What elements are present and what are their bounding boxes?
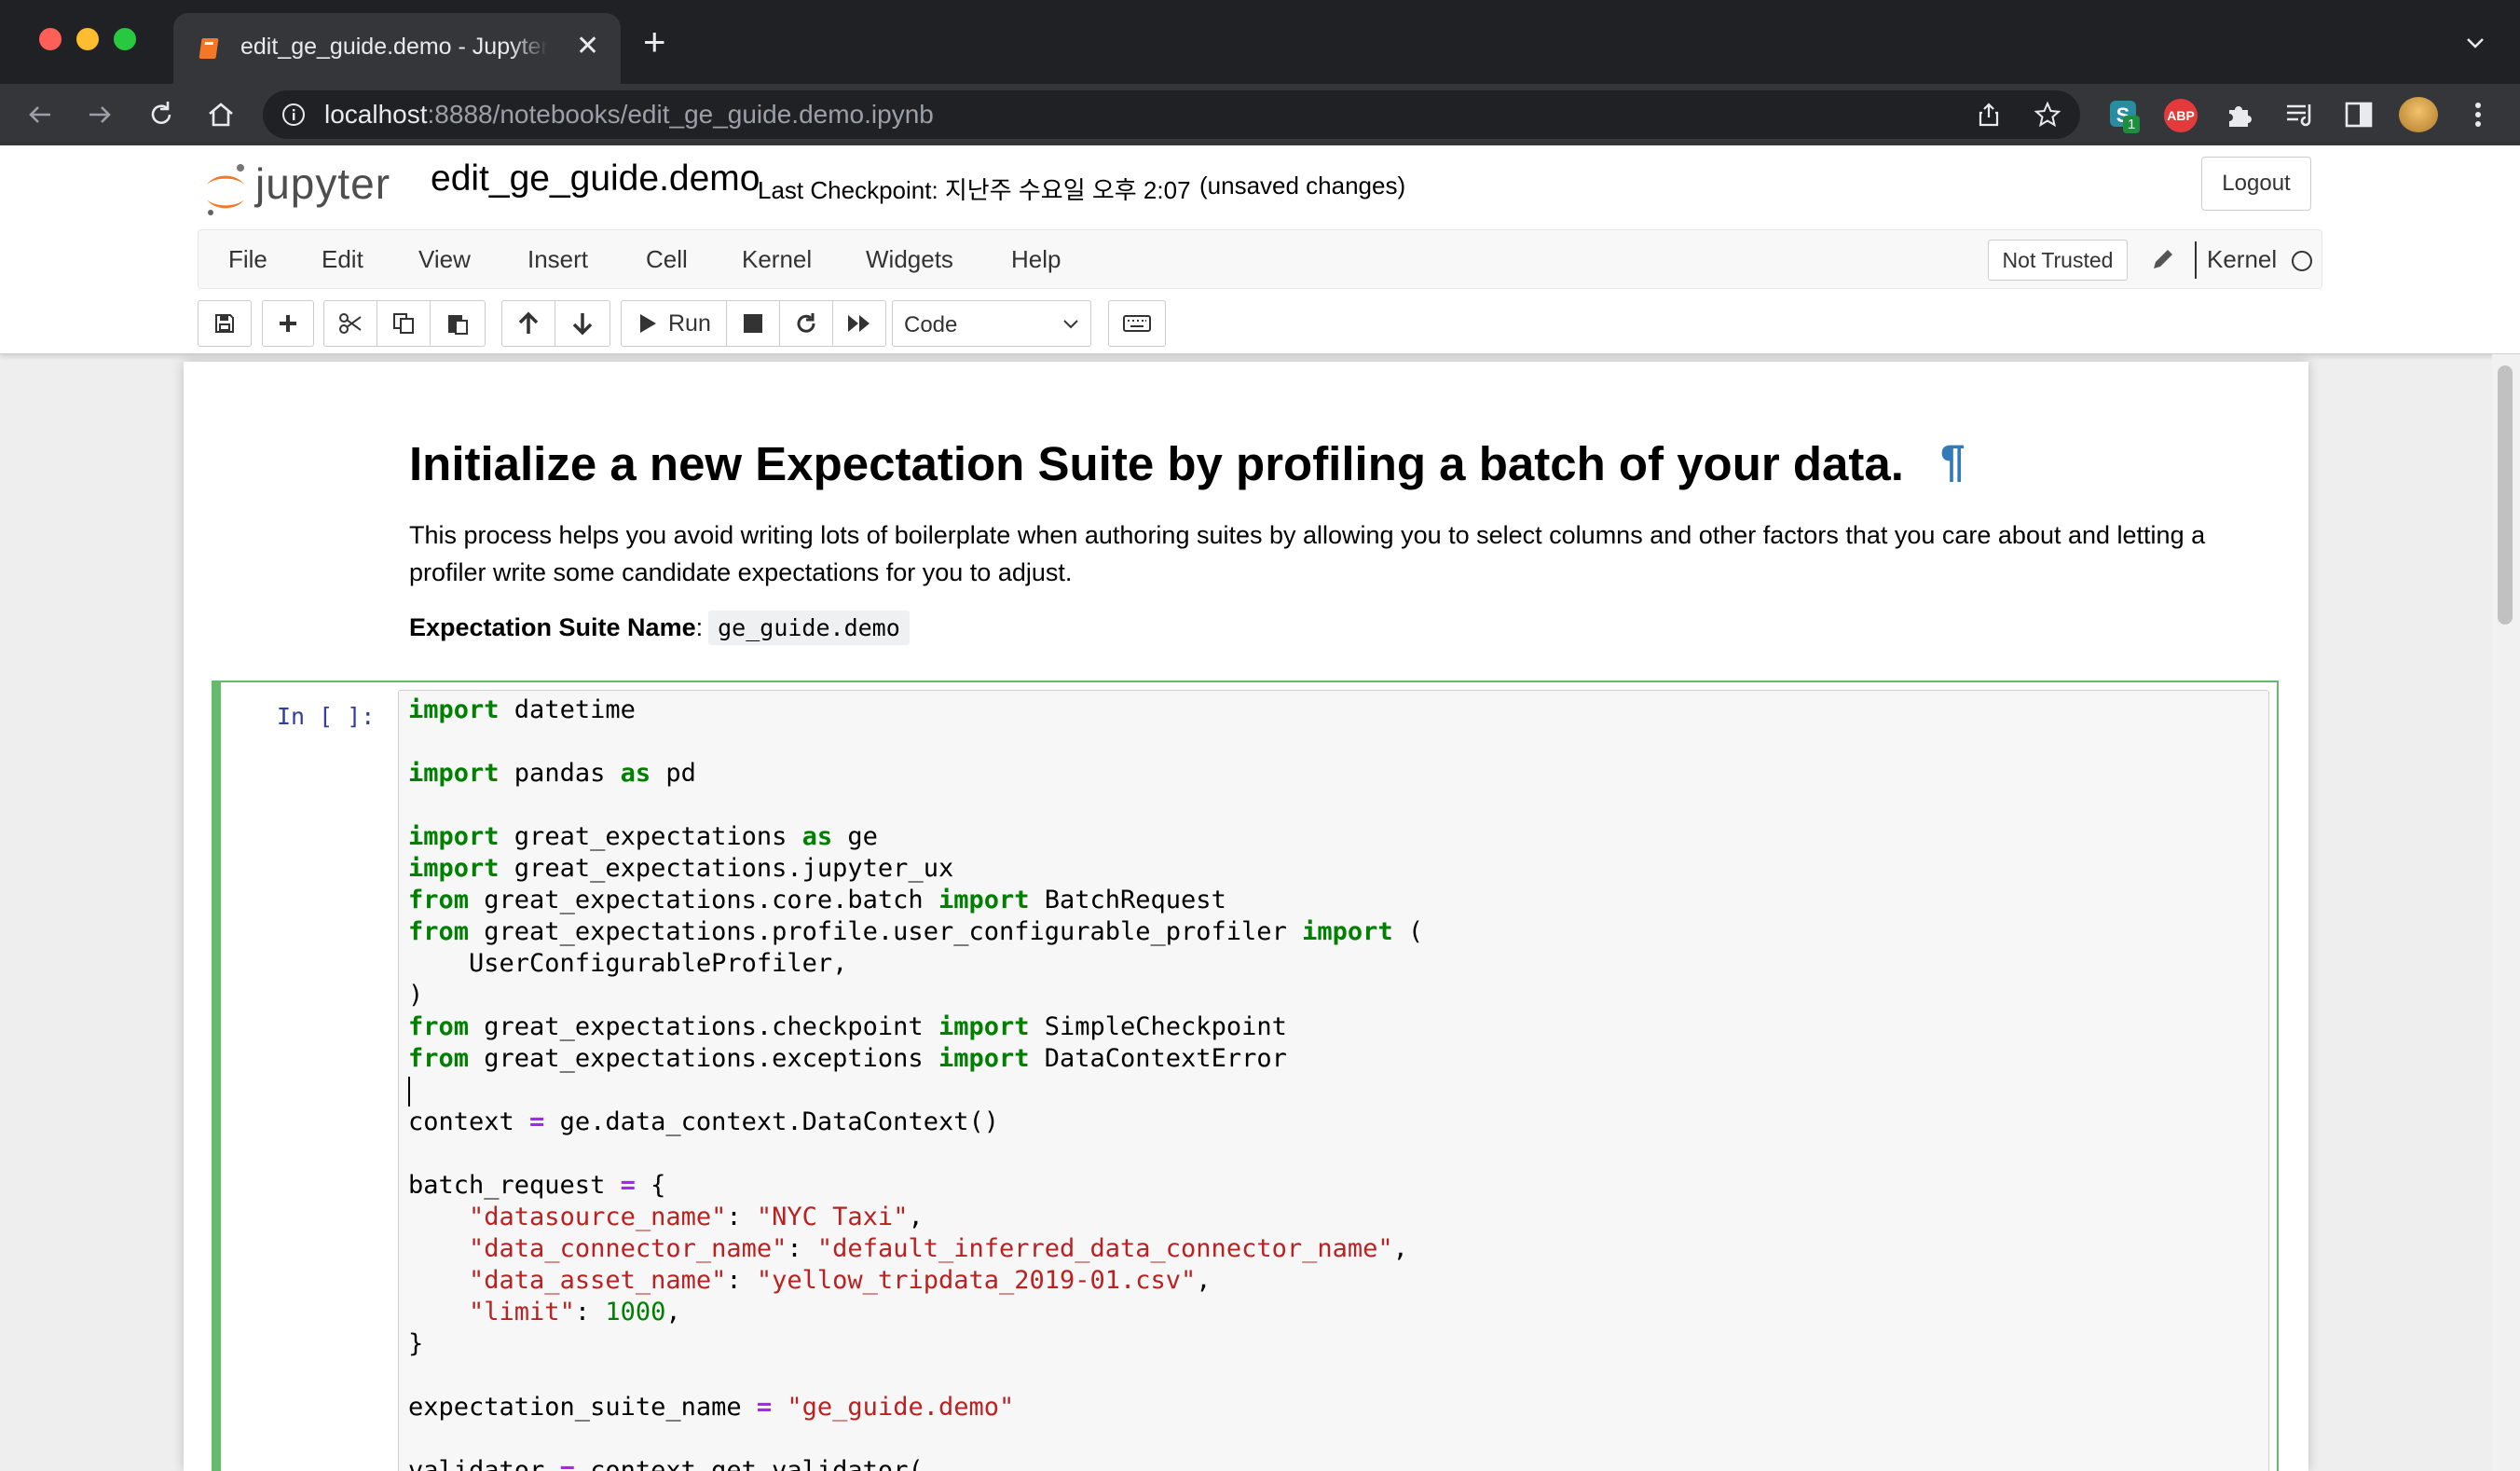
cell-type-value: Code <box>904 312 958 337</box>
window-close-button[interactable] <box>39 28 62 50</box>
back-arrow-icon[interactable] <box>22 97 58 132</box>
menu-insert[interactable]: Insert <box>527 245 588 274</box>
text-cursor <box>408 1077 410 1107</box>
side-panel-icon[interactable] <box>2341 97 2376 132</box>
menu-kernel[interactable]: Kernel <box>742 245 812 274</box>
browser-tab-strip: edit_ge_guide.demo - Jupyter Notebook ✕ … <box>0 0 2520 84</box>
move-cell-down-button[interactable] <box>555 300 610 347</box>
scrollbar-thumb[interactable] <box>2498 365 2513 625</box>
notebook-container: Initialize a new Expectation Suite by pr… <box>184 362 2308 1471</box>
chevron-down-icon <box>1063 320 1078 329</box>
jupyter-header: jupyter edit_ge_guide.demo Last Checkpoi… <box>0 145 2520 354</box>
command-palette-button[interactable] <box>1108 300 1166 347</box>
paste-clipboard-icon <box>448 315 468 335</box>
arrow-down-icon <box>572 313 593 336</box>
anchor-link[interactable]: ¶ <box>1940 436 1965 488</box>
restart-kernel-button[interactable] <box>779 300 833 347</box>
not-trusted-button[interactable]: Not Trusted <box>1988 240 2128 281</box>
browser-menu-icon[interactable] <box>2460 97 2496 132</box>
adblock-plus-icon[interactable]: ABP <box>2164 99 2198 132</box>
menu-help[interactable]: Help <box>1011 245 1061 274</box>
notebook-menubar: File Edit View Insert Cell Kernel Widget… <box>198 229 2322 289</box>
jupyter-logo-text: jupyter <box>255 159 391 208</box>
paste-cell-button[interactable] <box>430 300 486 347</box>
notebook-name[interactable]: edit_ge_guide.demo <box>431 158 760 199</box>
share-icon[interactable] <box>1976 102 2002 128</box>
url-text: localhost:8888/notebooks/edit_ge_guide.d… <box>324 100 934 129</box>
logout-button[interactable]: Logout <box>2201 157 2311 211</box>
kernel-divider <box>2195 241 2197 279</box>
tab-close-icon[interactable]: ✕ <box>576 30 599 62</box>
copy-cell-button[interactable] <box>377 300 431 347</box>
forward-arrow-icon[interactable] <box>82 97 117 132</box>
plus-icon <box>280 315 296 332</box>
input-prompt: In [ ]: <box>277 703 376 730</box>
code-editor[interactable]: import datetime import pandas as pd impo… <box>398 690 2269 1471</box>
autosave-status: (unsaved changes) <box>1199 172 1406 199</box>
jupyter-logo-icon <box>207 164 244 215</box>
reading-list-icon[interactable] <box>2281 97 2317 132</box>
suite-name-line: Expectation Suite Name: ge_guide.demo <box>409 611 910 645</box>
code-cell-selected[interactable]: In [ ]: import datetime import pandas as… <box>212 681 2279 1471</box>
run-cell-button[interactable]: Run <box>621 300 727 347</box>
fast-forward-icon <box>848 315 870 332</box>
edit-pencil-icon[interactable] <box>2148 244 2178 274</box>
insert-cell-button[interactable] <box>262 300 314 347</box>
cut-cell-button[interactable] <box>323 300 377 347</box>
tab-title: edit_ge_guide.demo - Jupyter Notebook <box>240 34 548 61</box>
menu-edit[interactable]: Edit <box>322 245 363 274</box>
site-info-icon[interactable] <box>281 103 306 127</box>
tab-search-chevron-icon[interactable] <box>2464 32 2486 54</box>
address-bar[interactable]: localhost:8888/notebooks/edit_ge_guide.d… <box>263 90 2080 139</box>
move-cell-up-button[interactable] <box>501 300 555 347</box>
menu-file[interactable]: File <box>228 245 267 274</box>
save-button[interactable] <box>198 300 252 347</box>
suite-name-label: Expectation Suite Name <box>409 613 696 641</box>
new-tab-button[interactable]: + <box>643 22 666 62</box>
browser-tab-active[interactable]: edit_ge_guide.demo - Jupyter Notebook ✕ <box>173 13 621 84</box>
save-floppy-icon <box>215 314 234 333</box>
browser-toolbar: localhost:8888/notebooks/edit_ge_guide.d… <box>0 84 2520 145</box>
reload-icon[interactable] <box>144 97 179 132</box>
extension-s-icon[interactable]: S 1 <box>2106 97 2142 133</box>
kernel-name: Kernel <box>2207 245 2278 273</box>
markdown-paragraph: This process helps you avoid writing lot… <box>409 521 2206 586</box>
home-icon[interactable] <box>203 97 239 132</box>
markdown-heading: Initialize a new Expectation Suite by pr… <box>409 437 1904 490</box>
copy-icon <box>393 313 414 334</box>
cell-type-select[interactable]: Code <box>892 300 1091 347</box>
extensions-puzzle-icon[interactable] <box>2222 97 2257 132</box>
restart-run-all-button[interactable] <box>832 300 886 347</box>
code-content[interactable]: import datetime import pandas as pd impo… <box>408 694 1423 1471</box>
menu-cell[interactable]: Cell <box>646 245 688 274</box>
restart-icon <box>797 313 815 333</box>
interrupt-kernel-button[interactable] <box>726 300 780 347</box>
keyboard-icon <box>1123 315 1151 332</box>
menu-view[interactable]: View <box>418 245 471 274</box>
arrow-up-icon <box>518 311 539 334</box>
menu-widgets[interactable]: Widgets <box>866 245 953 274</box>
extension-badge: 1 <box>2123 116 2141 133</box>
kernel-idle-indicator-icon <box>2292 251 2312 271</box>
window-zoom-button[interactable] <box>114 28 136 50</box>
play-icon <box>640 314 656 333</box>
notebook-favicon-icon <box>199 38 219 59</box>
jupyter-logo[interactable]: jupyter <box>203 158 410 220</box>
run-label: Run <box>668 310 711 337</box>
stop-icon <box>744 314 762 333</box>
bookmark-star-icon[interactable] <box>2034 101 2061 129</box>
window-minimize-button[interactable] <box>76 28 99 50</box>
scissors-icon <box>339 313 362 334</box>
suite-name-value: ge_guide.demo <box>708 611 910 645</box>
suite-name-separator: : <box>695 613 704 641</box>
profile-avatar[interactable] <box>2399 97 2438 132</box>
last-checkpoint: Last Checkpoint: 지난주 수요일 오후 2:07 <box>758 176 1191 204</box>
